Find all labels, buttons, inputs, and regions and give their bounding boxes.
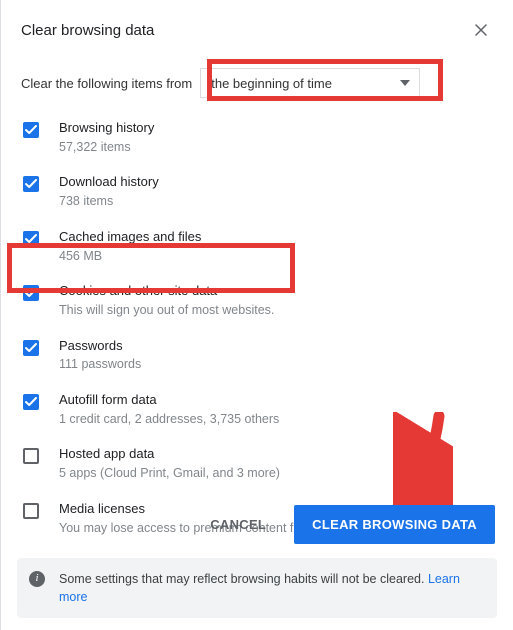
item-title: Hosted app data: [59, 446, 280, 463]
item-subtitle: 111 passwords: [59, 356, 141, 374]
checkbox[interactable]: [23, 122, 39, 138]
footer-text: Some settings that may reflect browsing …: [59, 572, 428, 586]
check-icon: [25, 288, 37, 298]
cancel-button[interactable]: CANCEL: [204, 516, 272, 533]
checkbox[interactable]: [23, 231, 39, 247]
check-icon: [25, 125, 37, 135]
item-text: Hosted app data 5 apps (Cloud Print, Gmai…: [59, 446, 280, 482]
items-list: Browsing history 57,322 items Download his…: [21, 120, 497, 537]
item-text: Autofill form data 1 credit card, 2 addre…: [59, 392, 279, 428]
checkbox[interactable]: [23, 285, 39, 301]
item-title: Autofill form data: [59, 392, 279, 409]
item-title: Cached images and files: [59, 229, 201, 246]
check-icon: [25, 234, 37, 244]
clear-browsing-data-button[interactable]: CLEAR BROWSING DATA: [294, 505, 495, 544]
close-icon: [475, 24, 487, 36]
item-row: Autofill form data 1 credit card, 2 addre…: [21, 392, 497, 428]
info-icon: i: [29, 571, 45, 587]
dialog-actions: CANCEL CLEAR BROWSING DATA: [204, 505, 495, 544]
checkbox[interactable]: [23, 448, 39, 464]
checkbox[interactable]: [23, 176, 39, 192]
item-text: Passwords111 passwords: [59, 338, 141, 374]
item-row: Hosted app data 5 apps (Cloud Print, Gmai…: [21, 446, 497, 482]
check-icon: [25, 343, 37, 353]
time-range-label: Clear the following items from: [21, 76, 192, 91]
dialog-title: Clear browsing data: [21, 22, 154, 39]
item-row: Browsing history 57,322 items: [21, 120, 497, 156]
item-title: Cookies and other site data: [59, 283, 274, 300]
footer-text-wrap: Some settings that may reflect browsing …: [59, 570, 481, 606]
checkbox-wrap: [21, 446, 41, 464]
clear-browsing-data-dialog: Clear browsing data Clear the following …: [0, 0, 513, 630]
checkbox-wrap: [21, 174, 41, 192]
checkbox-wrap: [21, 392, 41, 410]
check-icon: [25, 397, 37, 407]
item-title: Download history: [59, 174, 159, 191]
item-text: Browsing history 57,322 items: [59, 120, 154, 156]
item-subtitle: 456 MB: [59, 248, 201, 266]
item-subtitle: 1 credit card, 2 addresses, 3,735 others: [59, 411, 279, 429]
item-text: Cached images and files 456 MB: [59, 229, 201, 265]
item-subtitle: This will sign you out of most websites.: [59, 302, 274, 320]
time-range-select[interactable]: the beginning of time: [200, 68, 420, 98]
dialog-header: Clear browsing data: [21, 18, 497, 42]
item-title: Passwords: [59, 338, 141, 355]
item-row: Download history 738 items: [21, 174, 497, 210]
checkbox[interactable]: [23, 503, 39, 519]
close-button[interactable]: [469, 18, 493, 42]
chevron-down-icon: [400, 80, 410, 86]
item-text: Cookies and other site data This will sig…: [59, 283, 274, 319]
checkbox[interactable]: [23, 394, 39, 410]
footer-notice: i Some settings that may reflect browsin…: [17, 558, 497, 618]
checkbox-wrap: [21, 283, 41, 301]
check-icon: [25, 179, 37, 189]
item-subtitle: 738 items: [59, 193, 159, 211]
item-subtitle: 5 apps (Cloud Print, Gmail, and 3 more): [59, 465, 280, 483]
item-row: Cookies and other site data This will sig…: [21, 283, 497, 319]
checkbox[interactable]: [23, 340, 39, 356]
item-row: Cached images and files 456 MB: [21, 229, 497, 265]
checkbox-wrap: [21, 501, 41, 519]
item-text: Download history 738 items: [59, 174, 159, 210]
item-subtitle: 57,322 items: [59, 139, 154, 157]
checkbox-wrap: [21, 338, 41, 356]
checkbox-wrap: [21, 120, 41, 138]
checkbox-wrap: [21, 229, 41, 247]
item-row: Passwords111 passwords: [21, 338, 497, 374]
time-range-value: the beginning of time: [200, 68, 420, 98]
item-title: Browsing history: [59, 120, 154, 137]
time-range-row: Clear the following items from the begin…: [21, 68, 497, 98]
